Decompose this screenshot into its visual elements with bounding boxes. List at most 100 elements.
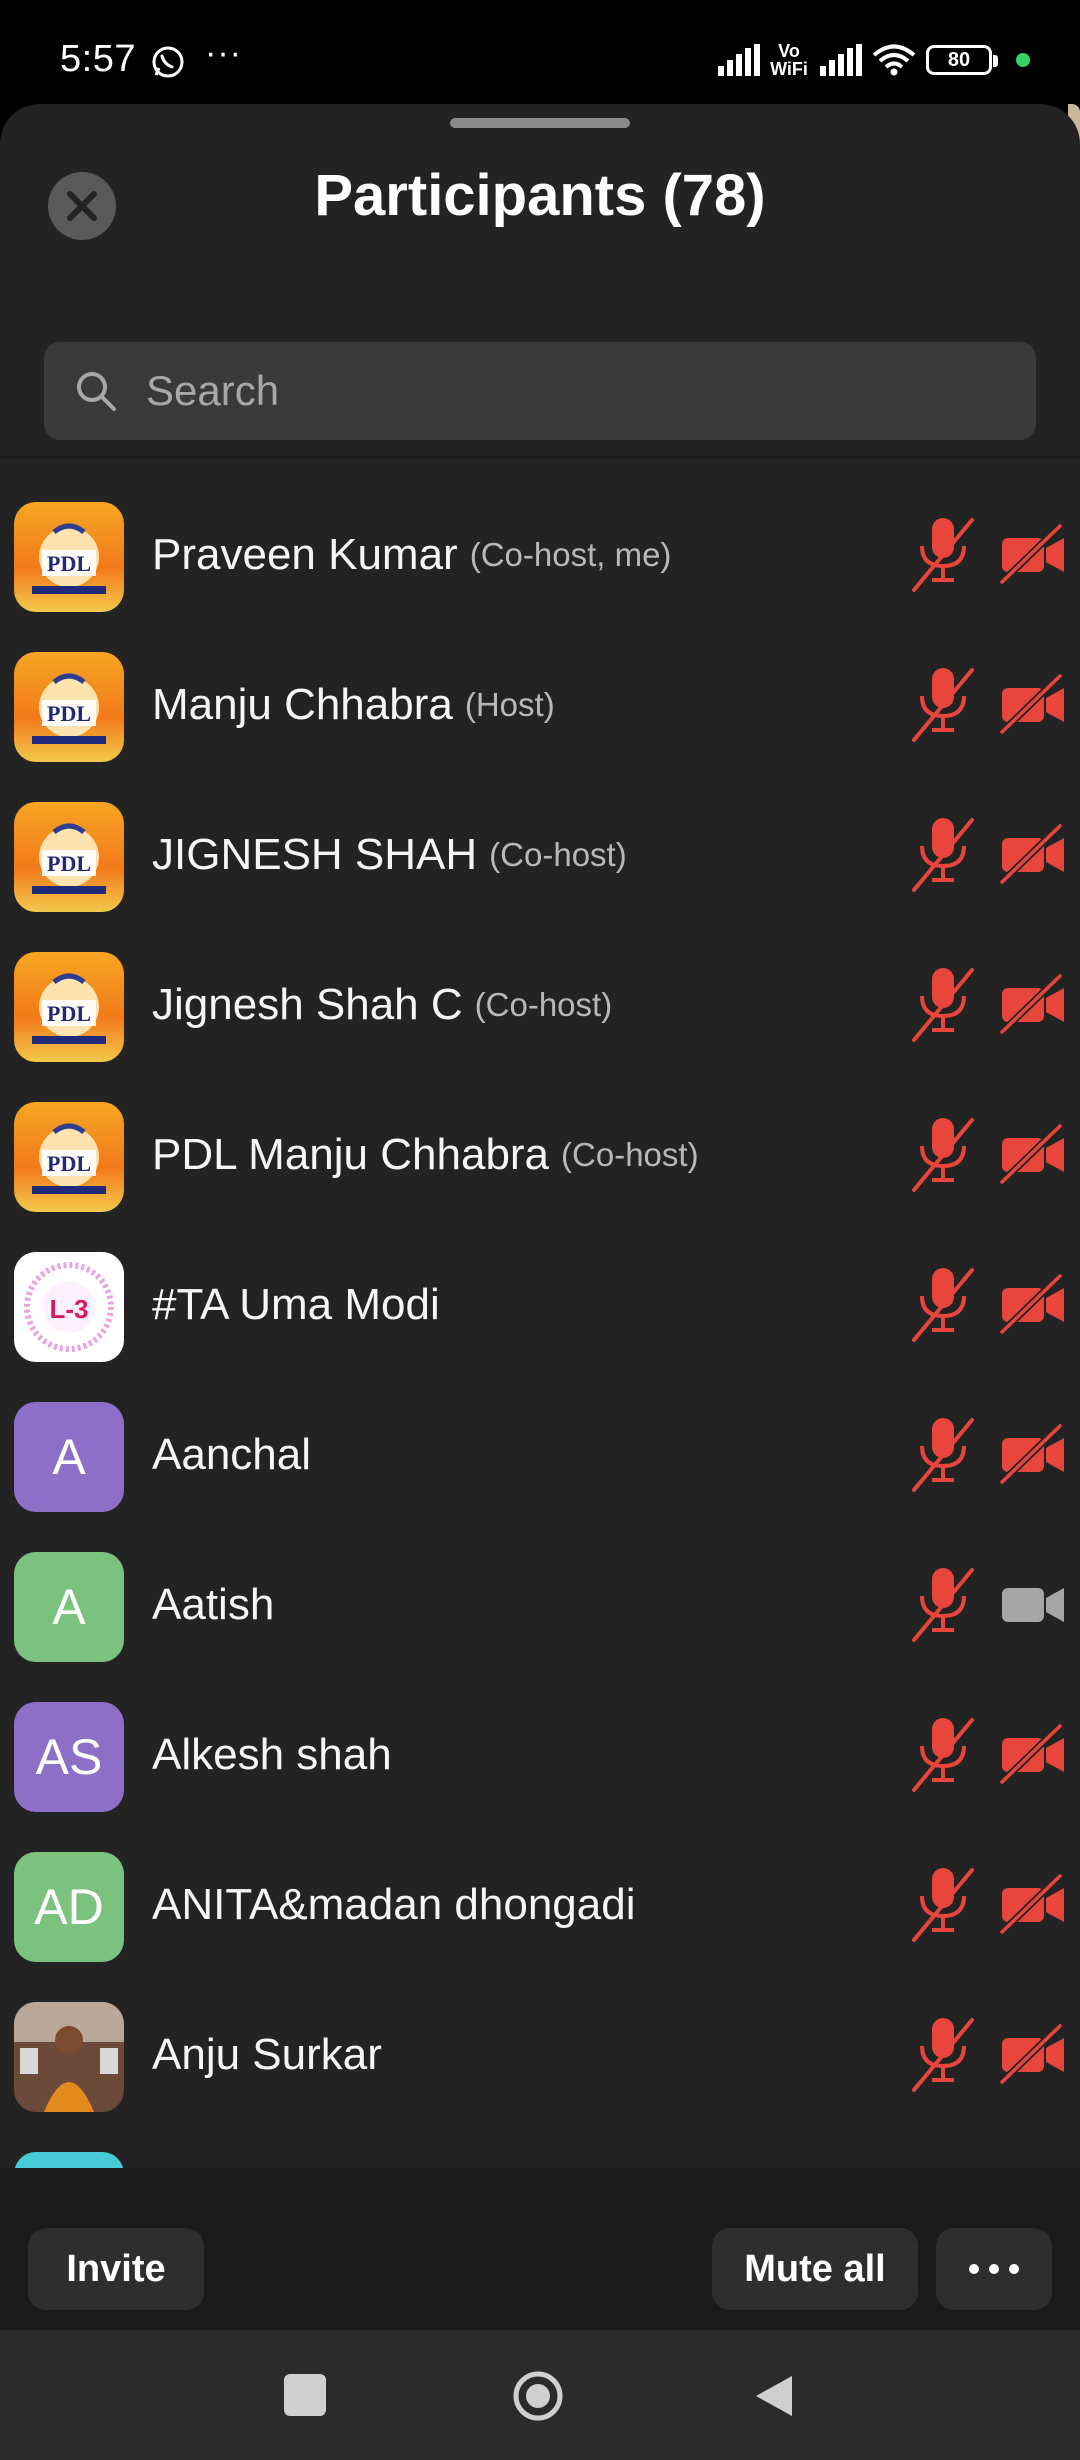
camera-off-icon[interactable] bbox=[1000, 1424, 1066, 1484]
participant-row[interactable]: PDL Praveen Kumar (Co-host, me) bbox=[0, 480, 1080, 630]
camera-off-icon[interactable] bbox=[1000, 1274, 1066, 1334]
mic-muted-icon[interactable] bbox=[910, 1264, 976, 1344]
participant-role: (Co-host, me) bbox=[469, 536, 672, 573]
participant-role: (Co-host) bbox=[474, 986, 613, 1023]
participant-name: Praveen Kumar bbox=[152, 530, 458, 579]
back-icon[interactable] bbox=[752, 2372, 796, 2420]
avatar: PDL bbox=[14, 652, 124, 762]
participant-role: (Co-host) bbox=[489, 836, 627, 873]
mic-muted-icon[interactable] bbox=[910, 2014, 976, 2094]
participant-name: JIGNESH SHAH bbox=[152, 830, 478, 879]
status-right-icons: Vo WiFi 80 bbox=[716, 40, 1030, 80]
camera-off-icon[interactable] bbox=[1000, 524, 1066, 584]
status-time: 5:57 bbox=[60, 38, 136, 80]
participant-row[interactable]: PDL JIGNESH SHAH (Co-host) bbox=[0, 780, 1080, 930]
avatar: L-3 bbox=[14, 1252, 124, 1362]
camera-off-icon[interactable] bbox=[1000, 1874, 1066, 1934]
mic-muted-icon[interactable] bbox=[910, 1114, 976, 1194]
mic-muted-icon[interactable] bbox=[910, 1864, 976, 1944]
svg-text:PDL: PDL bbox=[47, 551, 91, 576]
avatar: A bbox=[14, 1552, 124, 1662]
avatar: AS bbox=[14, 1702, 124, 1812]
participant-row[interactable]: A Aanchal bbox=[0, 1380, 1080, 1530]
avatar: PDL bbox=[14, 802, 124, 912]
participant-name: PDL Manju Chhabra bbox=[152, 1130, 550, 1179]
participant-name-wrap: #TA Uma Modi bbox=[152, 1230, 452, 1380]
vowifi-bottom: WiFi bbox=[770, 59, 808, 79]
mic-muted-icon[interactable] bbox=[910, 664, 976, 744]
participant-name: Anju Surkar bbox=[152, 2030, 382, 2079]
mic-muted-icon[interactable] bbox=[910, 1714, 976, 1794]
camera-off-icon[interactable] bbox=[1000, 2024, 1066, 2084]
participant-name-wrap: Anju Surkar bbox=[152, 1980, 394, 2130]
participant-name: #TA Uma Modi bbox=[152, 1280, 440, 1329]
participant-name-wrap: PDL Manju Chhabra (Co-host) bbox=[152, 1080, 699, 1230]
mic-muted-icon[interactable] bbox=[910, 514, 976, 594]
participant-row[interactable]: AS Alkesh shah bbox=[0, 1680, 1080, 1830]
avatar-initials: A bbox=[52, 1579, 86, 1635]
avatar-initials: A bbox=[52, 1429, 86, 1485]
camera-off-icon[interactable] bbox=[1000, 674, 1066, 734]
divider bbox=[0, 456, 1080, 459]
home-icon[interactable] bbox=[512, 2370, 564, 2422]
signal-icon bbox=[718, 44, 760, 76]
participant-name-wrap: ANITA&madan dhongadi bbox=[152, 1830, 647, 1980]
camera-off-icon[interactable] bbox=[1000, 824, 1066, 884]
mic-muted-icon[interactable] bbox=[910, 1414, 976, 1494]
avatar: PDL bbox=[14, 502, 124, 612]
mic-muted-icon[interactable] bbox=[910, 1564, 976, 1644]
vowifi-label: Vo WiFi bbox=[770, 42, 808, 78]
participant-name: Manju Chhabra bbox=[152, 680, 453, 729]
signal-icon bbox=[820, 44, 862, 76]
l3-logo-icon: L-3 bbox=[14, 1252, 124, 1362]
avatar: PDL bbox=[14, 1102, 124, 1212]
svg-text:PDL: PDL bbox=[47, 851, 91, 876]
participant-name: ANITA&madan dhongadi bbox=[152, 1880, 636, 1929]
status-overflow-icon: ··· bbox=[205, 34, 242, 72]
svg-text:L-3: L-3 bbox=[50, 1294, 89, 1324]
camera-off-icon[interactable] bbox=[1000, 974, 1066, 1034]
system-nav-bar bbox=[0, 2330, 1080, 2460]
participant-list[interactable]: PDL Praveen Kumar (Co-host, me) PDL Manj… bbox=[0, 480, 1080, 2270]
participant-name-wrap: JIGNESH SHAH (Co-host) bbox=[152, 780, 627, 930]
participant-name-wrap: Alkesh shah bbox=[152, 1680, 404, 1830]
recents-icon[interactable] bbox=[284, 2374, 326, 2416]
close-icon bbox=[67, 191, 97, 221]
camera-icon[interactable] bbox=[1000, 1574, 1066, 1634]
participant-name: Jignesh Shah C bbox=[152, 980, 463, 1029]
search-input[interactable] bbox=[144, 366, 948, 416]
pdl-logo-icon: PDL bbox=[14, 952, 124, 1062]
avatar bbox=[14, 2002, 124, 2112]
pdl-logo-icon: PDL bbox=[14, 502, 124, 612]
invite-button[interactable]: Invite bbox=[28, 2228, 204, 2310]
vowifi-top: Vo bbox=[778, 41, 800, 61]
participant-name-wrap: Manju Chhabra (Host) bbox=[152, 630, 555, 780]
camera-off-icon[interactable] bbox=[1000, 1124, 1066, 1184]
more-options-button[interactable] bbox=[936, 2228, 1052, 2310]
profile-photo bbox=[14, 2002, 124, 2112]
avatar: PDL bbox=[14, 952, 124, 1062]
mic-muted-icon[interactable] bbox=[910, 964, 976, 1044]
participant-row[interactable]: Anju Surkar bbox=[0, 1980, 1080, 2130]
participant-role: (Co-host) bbox=[561, 1136, 699, 1173]
participant-row[interactable]: A Aatish bbox=[0, 1530, 1080, 1680]
mic-muted-icon[interactable] bbox=[910, 814, 976, 894]
participant-row[interactable]: L-3 #TA Uma Modi bbox=[0, 1230, 1080, 1380]
participant-name-wrap: Aanchal bbox=[152, 1380, 323, 1530]
battery-icon: 80 bbox=[926, 45, 998, 75]
drag-handle[interactable] bbox=[450, 118, 630, 128]
participant-row[interactable]: AD ANITA&madan dhongadi bbox=[0, 1830, 1080, 1980]
search-bar[interactable] bbox=[44, 342, 1036, 440]
avatar-initials: AD bbox=[34, 1879, 104, 1935]
participant-row[interactable]: PDL PDL Manju Chhabra (Co-host) bbox=[0, 1080, 1080, 1230]
status-bar: 5:57 ··· Vo WiFi 80 bbox=[0, 0, 1080, 100]
camera-off-icon[interactable] bbox=[1000, 1724, 1066, 1784]
participant-row[interactable]: PDL Manju Chhabra (Host) bbox=[0, 630, 1080, 780]
privacy-dot-icon bbox=[1016, 53, 1030, 67]
participant-row[interactable]: PDL Jignesh Shah C (Co-host) bbox=[0, 930, 1080, 1080]
participant-name: Aatish bbox=[152, 1580, 275, 1629]
participants-sheet: Participants (78) PDL Praveen Kumar (Co-… bbox=[0, 104, 1080, 2330]
mute-all-button[interactable]: Mute all bbox=[712, 2228, 918, 2310]
whatsapp-icon bbox=[152, 46, 184, 78]
close-button[interactable] bbox=[48, 172, 116, 240]
